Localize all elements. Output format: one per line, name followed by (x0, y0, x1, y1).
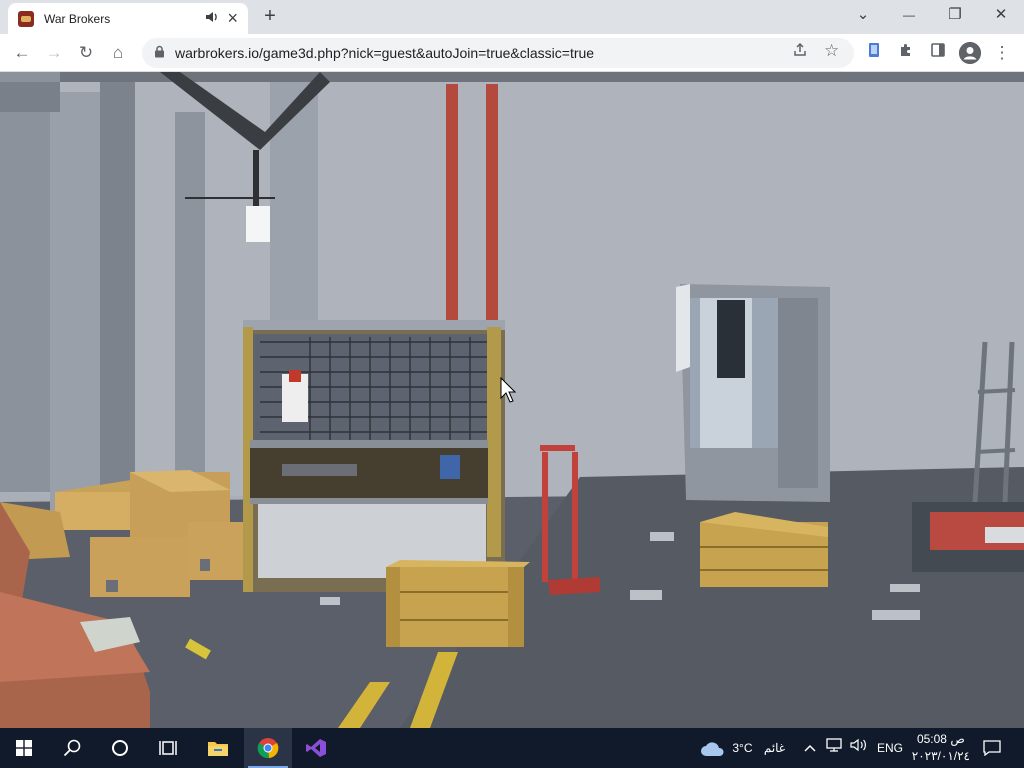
bookmark-star-icon[interactable]: ☆ (824, 41, 839, 61)
side-panel-icon[interactable] (927, 42, 949, 64)
url-text: warbrokers.io/game3d.php?nick=guest&auto… (175, 45, 595, 61)
chrome-menu-icon[interactable]: ⋮ (991, 42, 1013, 64)
network-icon-button[interactable] (826, 728, 844, 768)
browser-toolbar: ← → ↻ ⌂ warbrokers.io/game3d.php?nick=gu… (0, 34, 1024, 72)
notification-icon (983, 740, 1001, 756)
clock-time: 05:08 ص (916, 732, 965, 746)
visual-studio-icon (306, 739, 326, 757)
tab-search-button[interactable]: ⌄ (840, 0, 886, 30)
extensions-puzzle-icon[interactable] (895, 42, 917, 64)
wooden-crate (386, 567, 524, 647)
show-hidden-icons-button[interactable] (804, 728, 820, 768)
tab-strip: War Brokers × + ⌄ — ❐ ✕ (0, 0, 1024, 34)
forward-button[interactable]: → (40, 40, 68, 66)
game-scene (0, 72, 1024, 728)
cloud-icon (701, 742, 724, 756)
search-icon (63, 739, 81, 757)
minimize-button[interactable]: — (886, 0, 932, 30)
extension-app-icon[interactable] (863, 42, 885, 64)
hanging-lamp (246, 206, 270, 242)
weather-temp: 3°C (732, 741, 753, 755)
chevron-up-icon (804, 744, 816, 752)
tab-title: War Brokers (44, 11, 111, 26)
system-clock[interactable]: 05:08 ص ٢٠٢٣/٠١/٢٤ (912, 731, 970, 765)
folder-icon (208, 742, 228, 756)
cortana-circle-icon (112, 740, 128, 756)
search-button[interactable] (48, 728, 96, 768)
audio-playing-icon[interactable] (205, 11, 219, 26)
windows-taskbar: 3°C غائم ENG 05:08 ص ٢٠٢٣/٠١/٢٤ (0, 728, 1024, 768)
lock-icon[interactable] (154, 45, 165, 61)
back-button[interactable]: ← (8, 40, 36, 66)
home-button[interactable]: ⌂ (104, 40, 132, 66)
chrome-icon (257, 738, 279, 759)
profile-avatar-icon[interactable] (959, 42, 981, 64)
war-brokers-favicon-icon (18, 10, 34, 27)
task-view-button[interactable] (144, 728, 192, 768)
input-language[interactable]: ENG (877, 728, 903, 768)
cortana-button[interactable] (96, 728, 144, 768)
new-tab-button[interactable]: + (258, 4, 282, 28)
task-view-icon (159, 741, 177, 755)
maximize-button[interactable]: ❐ (932, 0, 978, 30)
chrome-taskbar-button[interactable] (244, 728, 292, 768)
address-bar[interactable]: warbrokers.io/game3d.php?nick=guest&auto… (142, 38, 854, 68)
network-icon (826, 738, 842, 752)
weather-text: غائم (763, 741, 786, 755)
file-explorer-button[interactable] (194, 728, 242, 768)
game-canvas[interactable] (0, 72, 1024, 728)
close-tab-icon[interactable]: × (227, 8, 238, 29)
start-button[interactable] (0, 728, 48, 768)
speaker-icon (850, 738, 866, 752)
volume-icon-button[interactable] (850, 728, 868, 768)
share-icon[interactable] (792, 42, 808, 62)
reload-button[interactable]: ↻ (72, 40, 100, 66)
visual-studio-button[interactable] (292, 728, 340, 768)
tab-war-brokers[interactable]: War Brokers × (8, 3, 248, 34)
clock-date: ٢٠٢٣/٠١/٢٤ (911, 749, 970, 763)
window-close-button[interactable]: ✕ (978, 0, 1024, 30)
notifications-button[interactable] (968, 728, 1016, 768)
red-pipe (486, 84, 498, 344)
windows-logo-icon (16, 740, 32, 756)
weather-widget[interactable]: 3°C غائم (700, 728, 790, 768)
